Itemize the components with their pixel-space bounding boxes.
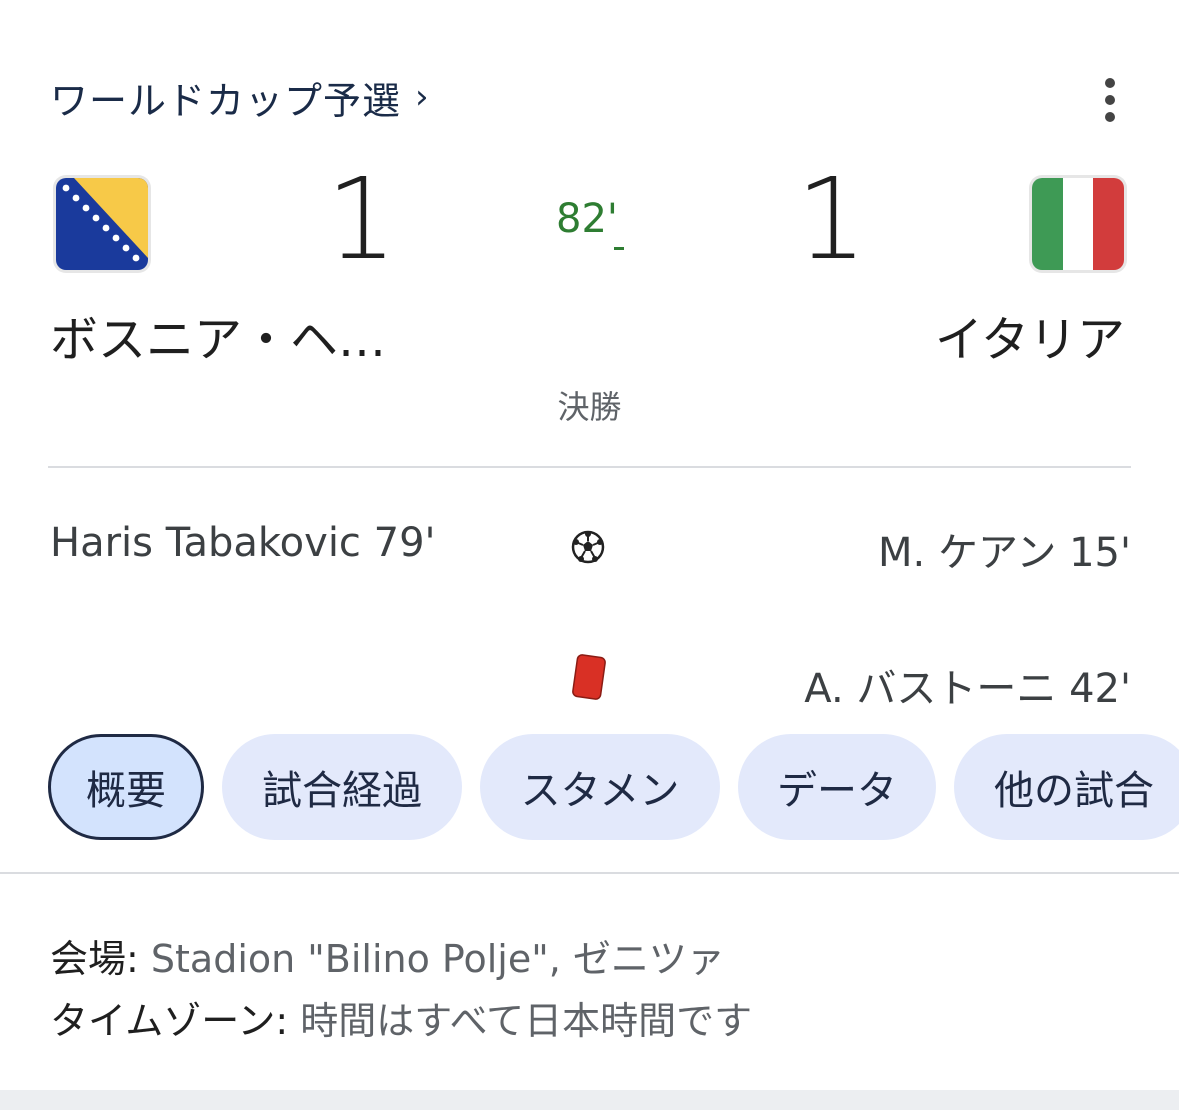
divider — [48, 466, 1131, 468]
divider — [0, 872, 1179, 874]
venue-label: 会場: — [50, 937, 139, 981]
home-goal-event: Haris Tabakovic 79' — [50, 520, 436, 566]
tab-timeline[interactable]: 試合経過 — [222, 734, 462, 840]
tab-stats[interactable]: データ — [738, 734, 936, 840]
venue-value: Stadion "Bilino Polje", ゼニツァ — [150, 937, 725, 981]
live-minute: 82' — [556, 196, 618, 242]
live-indicator — [614, 247, 624, 250]
away-score: 1 — [796, 155, 868, 285]
bottom-bar — [0, 1090, 1179, 1110]
red-card-icon — [569, 652, 609, 702]
competition-link[interactable]: ワールドカップ予選 › — [50, 72, 430, 123]
match-stage: 決勝 — [557, 388, 622, 426]
home-team-name[interactable]: ボスニア・ヘ… — [50, 300, 386, 370]
tab-bar: 概要 試合経過 スタメン データ 他の試合 — [48, 734, 1179, 840]
venue-info: 会場: Stadion "Bilino Polje", ゼニツァ — [50, 928, 725, 983]
bosnia-flag-icon[interactable] — [56, 178, 148, 270]
away-goal-event: M. ケアン 15' — [878, 530, 1131, 576]
timezone-info: タイムゾーン: 時間はすべて日本時間です — [50, 990, 752, 1045]
soccer-ball-icon — [571, 530, 605, 564]
timezone-value: 時間はすべて日本時間です — [300, 999, 753, 1043]
chevron-right-icon: › — [415, 77, 430, 117]
home-score: 1 — [326, 155, 398, 285]
timezone-label: タイムゾーン: — [50, 999, 289, 1043]
away-red-card-event: A. バストーニ 42' — [804, 666, 1131, 712]
more-vert-icon[interactable] — [1094, 78, 1126, 122]
tab-overview[interactable]: 概要 — [48, 734, 204, 840]
competition-title: ワールドカップ予選 — [50, 78, 402, 123]
tab-lineups[interactable]: スタメン — [480, 734, 720, 840]
away-team-name[interactable]: イタリア — [935, 300, 1125, 370]
tab-other-matches[interactable]: 他の試合 — [954, 734, 1179, 840]
italy-flag-icon[interactable] — [1032, 178, 1124, 270]
